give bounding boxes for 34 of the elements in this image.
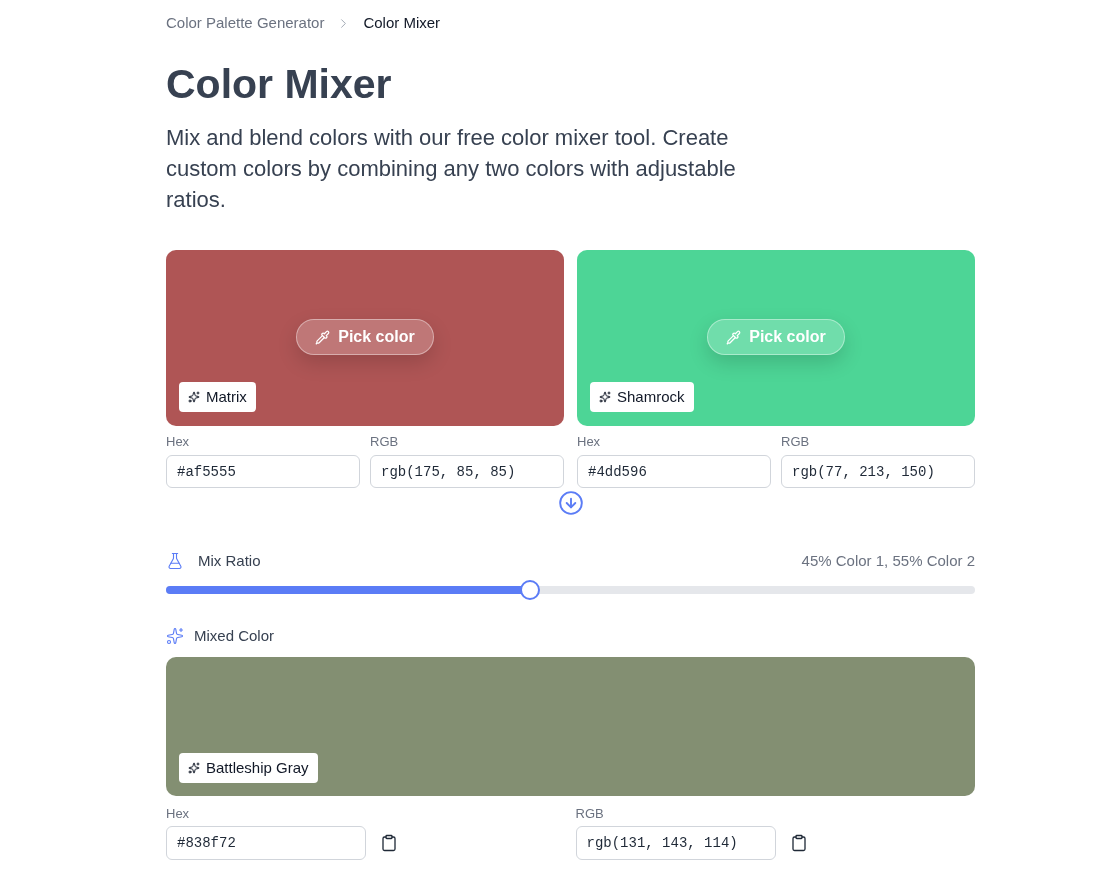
sparkles-icon	[599, 391, 611, 403]
flask-icon	[166, 552, 184, 570]
slider-track[interactable]	[166, 580, 975, 600]
color-name: Matrix	[206, 386, 247, 407]
input-field[interactable]: #4dd596	[577, 455, 771, 488]
mixed-color-label: Mixed Color	[194, 625, 275, 646]
sparkles-icon	[166, 627, 184, 645]
field-label: RGB	[575, 806, 605, 822]
clipboard-icon[interactable]	[380, 834, 398, 852]
sparkles-icon	[188, 391, 200, 403]
field-label: Hex	[166, 434, 191, 450]
input-field[interactable]: #838f72	[166, 826, 366, 860]
color-name: Battleship Gray	[206, 757, 309, 778]
field-label: Hex	[577, 434, 602, 450]
input-field[interactable]: rgb(175, 85, 85)	[370, 455, 564, 488]
pipette-icon	[315, 329, 331, 345]
breadcrumb-link[interactable]: Color Palette Generator	[166, 11, 325, 35]
field-label: RGB	[370, 434, 400, 450]
pipette-icon	[726, 329, 742, 345]
page-description: Mix and blend colors with our free color mixer tool. Create custom colors by combining any two colors with adjustable ratios.	[166, 124, 737, 214]
color-name: Shamrock	[617, 386, 685, 407]
arrow-down-circle-icon[interactable]	[557, 490, 584, 516]
input-field[interactable]: rgb(77, 213, 150)	[781, 455, 975, 488]
input-field[interactable]: #af5555	[166, 455, 360, 488]
mix-ratio-label: Mix Ratio	[198, 550, 261, 571]
input-field[interactable]: rgb(131, 143, 114)	[575, 826, 776, 860]
field-label: Hex	[166, 806, 191, 822]
field-label: RGB	[781, 434, 811, 450]
sparkles-icon	[188, 762, 200, 774]
clipboard-icon[interactable]	[789, 834, 808, 852]
breadcrumb-current: Color Mixer	[363, 12, 441, 33]
page-title: Color Mixer	[166, 60, 393, 108]
slider-thumb[interactable]	[520, 580, 541, 600]
mix-ratio-reading: 45% Color 1, 55% Color 2	[801, 550, 975, 571]
